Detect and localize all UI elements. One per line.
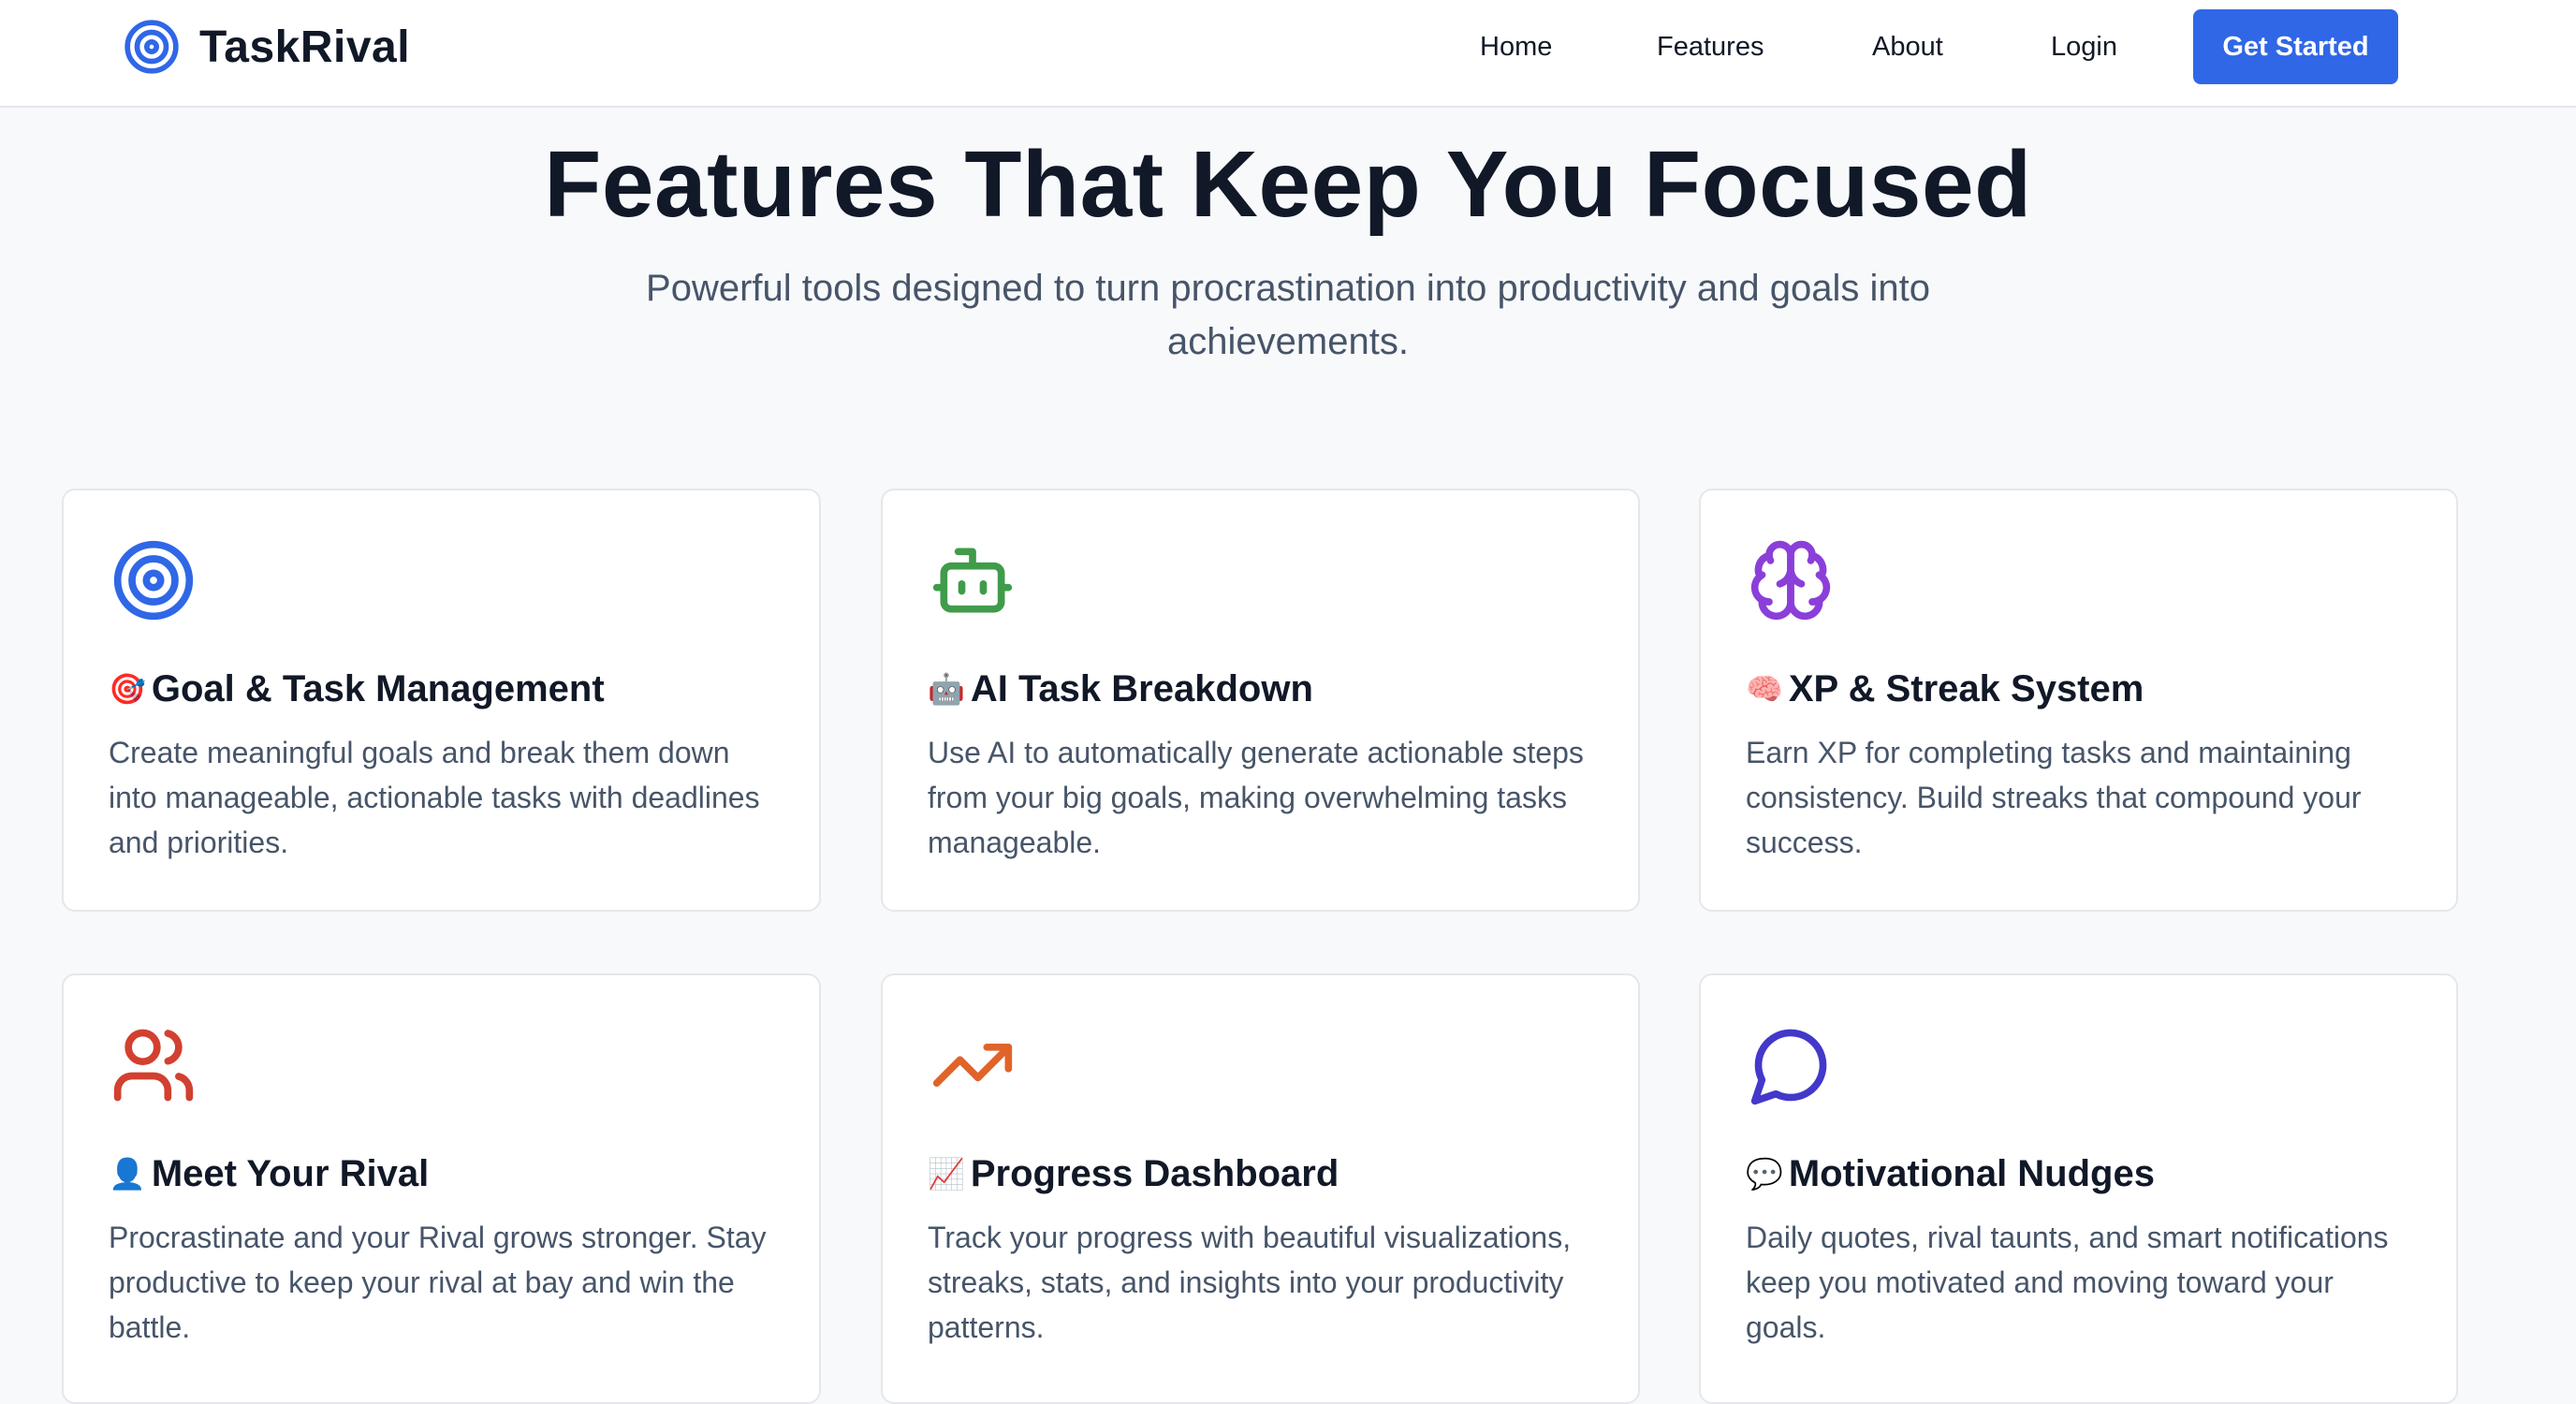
top-navbar: TaskRival Home Features About Login Get … — [0, 0, 2576, 108]
brain-emoji-icon: 🧠 — [1746, 672, 1783, 706]
feature-description: Track your progress with beautiful visua… — [928, 1221, 1572, 1344]
feature-title-text: XP & Streak System — [1788, 668, 2144, 709]
brain-icon — [1750, 540, 1831, 621]
feature-description: Daily quotes, rival taunts, and smart no… — [1746, 1221, 2389, 1344]
feature-title-text: AI Task Breakdown — [970, 668, 1313, 709]
feature-title: 🧠 XP & Streak System — [1746, 668, 2438, 710]
feature-description: Earn XP for completing tasks and maintai… — [1746, 736, 2362, 859]
nav-links: Home Features About Login — [0, 9, 2576, 84]
feature-title-text: Progress Dashboard — [970, 1153, 1339, 1194]
feature-title: 👤 Meet Your Rival — [109, 1153, 801, 1195]
target-icon — [113, 540, 194, 621]
trending-up-icon — [932, 1044, 1013, 1087]
robot-emoji-icon: 🤖 — [928, 672, 965, 706]
feature-description: Procrastinate and your Rival grows stron… — [109, 1221, 767, 1344]
feature-description: Use AI to automatically generate actiona… — [928, 736, 1584, 859]
feature-title: 💬 Motivational Nudges — [1746, 1153, 2438, 1195]
nav-link-features[interactable]: Features — [1657, 9, 1764, 84]
feature-card-ai-task-breakdown: 🤖 AI Task Breakdown Use AI to automatical… — [881, 489, 1640, 912]
feature-title: 🎯 Goal & Task Management — [109, 668, 801, 710]
feature-title-text: Motivational Nudges — [1788, 1153, 2155, 1194]
bust-silhouette-emoji-icon: 👤 — [109, 1157, 146, 1191]
users-icon — [113, 1029, 194, 1102]
feature-card-goal-task-management: 🎯 Goal & Task Management Create meaningfu… — [62, 489, 821, 912]
feature-title: 🤖 AI Task Breakdown — [928, 668, 1620, 710]
feature-card-motivational-nudges: 💬 Motivational Nudges Daily quotes, rival… — [1699, 973, 2458, 1404]
nav-link-login[interactable]: Login — [2051, 9, 2117, 84]
feature-title: 📈 Progress Dashboard — [928, 1153, 1620, 1195]
chart-increasing-emoji-icon: 📈 — [928, 1157, 965, 1191]
page-title: Features That Keep You Focused — [544, 132, 2032, 237]
speech-balloon-emoji-icon: 💬 — [1746, 1157, 1783, 1191]
feature-card-meet-your-rival: 👤 Meet Your Rival Procrastinate and your … — [62, 973, 821, 1404]
message-circle-icon — [1750, 1029, 1827, 1105]
get-started-button[interactable]: Get Started — [2193, 9, 2398, 84]
bot-icon — [932, 548, 1013, 613]
page-subtitle: Powerful tools designed to turn procrast… — [646, 268, 1930, 362]
nav-link-home[interactable]: Home — [1480, 9, 1552, 84]
feature-description: Create meaningful goals and break them d… — [109, 736, 760, 859]
nav-link-about[interactable]: About — [1872, 9, 1943, 84]
feature-title-text: Meet Your Rival — [151, 1153, 430, 1194]
direct-hit-emoji-icon: 🎯 — [109, 672, 146, 706]
feature-card-progress-dashboard: 📈 Progress Dashboard Track your progress … — [881, 973, 1640, 1404]
feature-title-text: Goal & Task Management — [151, 668, 605, 709]
feature-card-xp-streak-system: 🧠 XP & Streak System Earn XP for completi… — [1699, 489, 2458, 912]
